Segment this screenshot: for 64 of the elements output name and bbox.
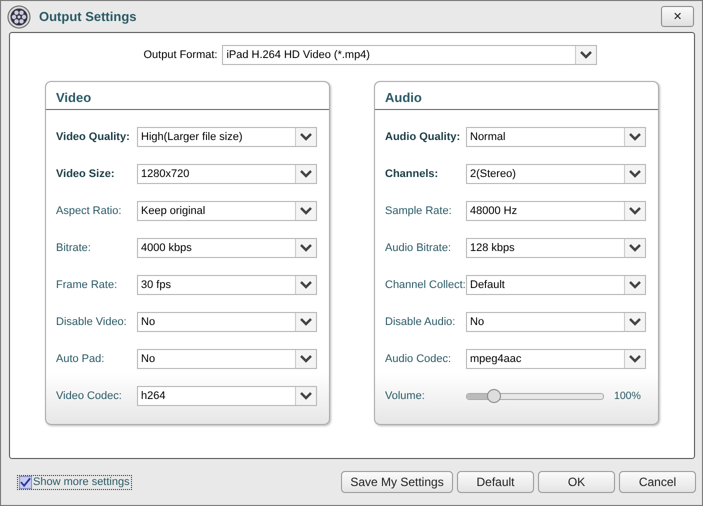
dropdown[interactable]: No [137,349,317,369]
dropdown[interactable]: Default [466,275,646,295]
chevron-down-icon [300,207,312,215]
dropdown[interactable]: No [137,312,317,332]
field-label: Disable Audio: [385,316,456,328]
dropdown[interactable]: h264 [137,386,317,406]
field-label: Output Format: [144,49,218,61]
dropdown[interactable]: 30 fps [137,275,317,295]
dialog-button[interactable]: Default [457,471,534,493]
chevron-down-icon [629,281,641,289]
field-label: Volume: [385,390,426,402]
chevron-down-icon [300,318,312,326]
field-label: Auto Pad: [56,353,106,365]
field-label: Video Quality: [56,131,131,143]
chevron-down-icon [629,133,641,141]
field-label: Audio Bitrate: [385,242,452,254]
chevron-down-icon [629,355,641,363]
field-label: Sample Rate: [385,205,453,217]
checkbox[interactable] [19,476,32,488]
dialog-button[interactable]: Save My Settings [341,471,453,493]
checkbox-label: Show more settings [33,476,130,488]
field-label: Frame Rate: [56,279,118,291]
panel-title: Audio [375,82,658,110]
dropdown[interactable]: 128 kbps [466,238,646,258]
window-title: Output Settings [39,9,138,24]
dropdown[interactable]: 4000 kbps [137,238,317,258]
field-label: Audio Quality: [385,131,462,143]
field-label: Disable Video: [56,316,128,328]
chevron-down-icon [629,170,641,178]
dropdown[interactable]: iPad H.264 HD Video (*.mp4) [222,45,598,65]
chevron-down-icon [300,244,312,252]
dropdown[interactable]: 1280x720 [137,164,317,184]
dropdown[interactable]: High(Larger file size) [137,127,317,147]
slider-thumb[interactable] [487,388,502,402]
chevron-down-icon [300,392,312,400]
show-more-checkbox[interactable]: Show more settings [17,474,132,490]
field-label: Audio Codec: [385,353,452,365]
dialog-button[interactable]: OK [538,471,615,493]
chevron-down-icon [629,207,641,215]
chevron-down-icon [300,355,312,363]
dropdown[interactable]: No [466,312,646,332]
film-reel-icon [7,4,31,28]
field-label: Aspect Ratio: [56,205,122,217]
dropdown[interactable]: Keep original [137,201,317,221]
dropdown[interactable]: Normal [466,127,646,147]
panel-title: Video [46,82,329,110]
chevron-down-icon [629,244,641,252]
field-label: Video Size: [56,168,116,180]
dropdown[interactable]: 48000 Hz [466,201,646,221]
close-button[interactable]: ✕ [661,6,694,27]
dropdown[interactable]: 2(Stereo) [466,164,646,184]
checkmark-icon [20,476,31,488]
chevron-down-icon [629,318,641,326]
chevron-down-icon [580,51,592,59]
chevron-down-icon [300,133,312,141]
volume-reading: 100% [614,390,641,402]
dialog-button[interactable]: Cancel [619,471,696,493]
field-label: Video Codec: [56,390,123,402]
field-label: Channel Collect: [385,279,466,291]
chevron-down-icon [300,170,312,178]
field-label: Channels: [385,168,440,180]
field-label: Bitrate: [56,242,92,254]
chevron-down-icon [300,281,312,289]
dropdown[interactable]: mpeg4aac [466,349,646,369]
